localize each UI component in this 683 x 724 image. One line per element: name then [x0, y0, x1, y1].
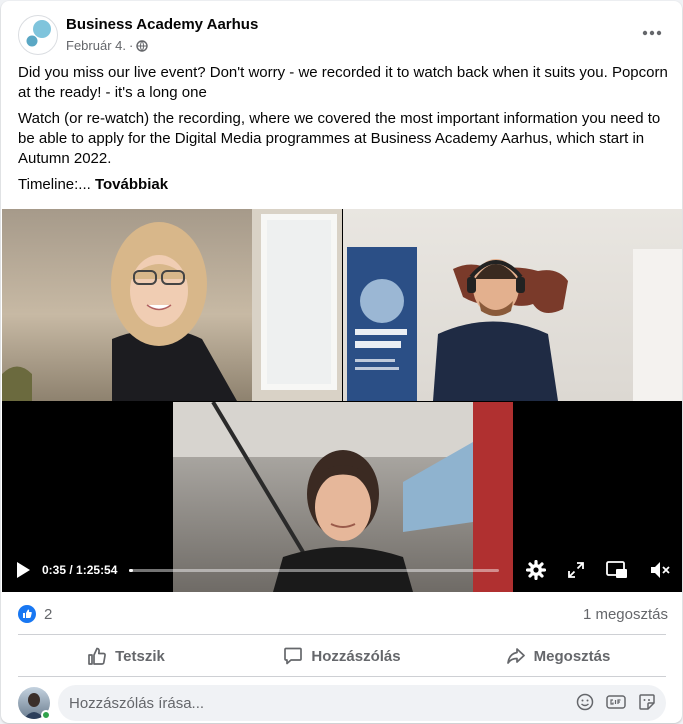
- page-avatar[interactable]: [18, 15, 58, 55]
- settings-button[interactable]: [526, 560, 546, 580]
- globe-icon: [136, 39, 149, 52]
- comment-composer: [18, 685, 666, 721]
- thumbs-up-icon: [88, 647, 107, 665]
- mute-button[interactable]: [650, 561, 670, 579]
- comment-input[interactable]: [69, 694, 569, 712]
- share-count[interactable]: 1 megosztás: [583, 606, 668, 623]
- online-status-dot: [41, 710, 51, 720]
- current-time: 0:35: [42, 563, 67, 577]
- like-summary[interactable]: 2: [18, 605, 52, 623]
- post-text: Did you miss our live event? Don't worry…: [18, 63, 668, 201]
- fullscreen-icon: [568, 562, 584, 578]
- participant-woman-image: [2, 209, 342, 401]
- more-dots-icon: [642, 30, 662, 36]
- picture-in-picture-button[interactable]: [606, 561, 628, 579]
- post-date[interactable]: Február 4.: [66, 38, 126, 53]
- video-time: 0:35 / 1:25:54: [42, 563, 117, 577]
- gif-icon[interactable]: [606, 693, 626, 711]
- settings-gear-icon: [526, 560, 546, 580]
- duration: 1:25:54: [76, 563, 118, 577]
- like-count: 2: [44, 605, 53, 623]
- page-name[interactable]: Business Academy Aarhus: [66, 16, 258, 33]
- emoji-icon[interactable]: [576, 693, 594, 711]
- post-card: Business Academy Aarhus Február 4. · Did…: [1, 1, 682, 723]
- comment-label: Hozzászólás: [311, 647, 401, 665]
- like-reaction-icon: [18, 605, 36, 623]
- meta-separator: ·: [128, 38, 134, 53]
- post-paragraph-1: Did you miss our live event? Don't worry…: [18, 64, 668, 101]
- video-progress-fill: [129, 568, 134, 572]
- post-header: Business Academy Aarhus Február 4. ·: [1, 1, 682, 61]
- share-label: Megosztás: [533, 647, 611, 665]
- comment-tools: [576, 693, 656, 711]
- sticker-icon[interactable]: [638, 693, 656, 711]
- play-button[interactable]: [14, 561, 32, 579]
- play-icon: [17, 562, 30, 578]
- mute-icon: [651, 562, 670, 578]
- share-arrow-icon: [506, 648, 525, 664]
- academy-logo-icon: [26, 20, 51, 47]
- timeline-prefix: Timeline:...: [18, 176, 95, 193]
- participant-man-image: [347, 247, 682, 401]
- action-bar: Tetszik Hozzászólás Megosztás: [18, 638, 666, 674]
- post-meta: Február 4. ·: [66, 38, 149, 53]
- like-label: Tetszik: [115, 647, 165, 665]
- video-controls-right: [526, 548, 670, 592]
- video-participant-top-left: [2, 209, 342, 401]
- comment-box[interactable]: [58, 685, 666, 721]
- video-progress-bar[interactable]: [129, 568, 500, 572]
- like-button[interactable]: Tetszik: [18, 638, 234, 674]
- reactions-bar: 2 1 megosztás: [18, 602, 668, 626]
- fullscreen-button[interactable]: [568, 562, 584, 578]
- video-controls: 0:35 / 1:25:54: [2, 548, 682, 592]
- video-player[interactable]: 0:35 / 1:25:54: [2, 209, 682, 592]
- divider-top: [18, 634, 666, 635]
- picture-in-picture-icon: [606, 561, 627, 578]
- comment-bubble-icon: [284, 647, 303, 665]
- time-separator: /: [66, 563, 77, 577]
- comment-button[interactable]: Hozzászólás: [234, 638, 450, 674]
- video-participant-top-right: [343, 209, 682, 401]
- see-more-link[interactable]: Továbbiak: [95, 176, 168, 193]
- more-options-button[interactable]: [638, 19, 666, 47]
- post-timeline-line: Timeline:... Továbbiak: [18, 175, 668, 195]
- post-paragraph-2: Watch (or re-watch) the recording, where…: [18, 110, 661, 167]
- divider-bottom: [18, 676, 666, 677]
- share-button[interactable]: Megosztás: [450, 638, 666, 674]
